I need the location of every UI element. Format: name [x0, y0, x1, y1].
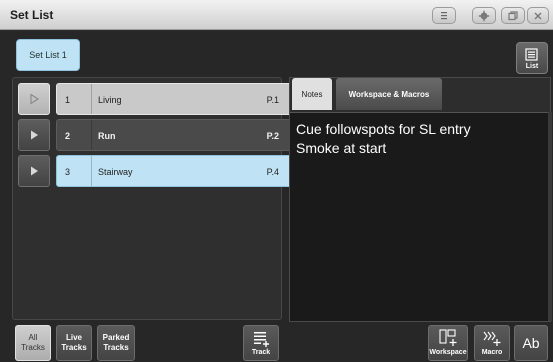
- window-close-button[interactable]: [527, 7, 549, 24]
- cue-play-button[interactable]: [18, 155, 50, 187]
- add-macro-button[interactable]: Macro: [474, 325, 510, 361]
- all-tracks-button[interactable]: All Tracks: [15, 325, 51, 361]
- menu-icon: [441, 11, 447, 19]
- cue-item[interactable]: 2 Run P.2: [56, 119, 292, 151]
- cue-item[interactable]: 1 Living P.1: [56, 83, 292, 115]
- workspace-add-icon: [439, 329, 457, 346]
- restore-icon: [508, 10, 518, 20]
- cue-name: Run: [98, 131, 116, 141]
- window-menu-button[interactable]: [432, 7, 456, 24]
- text-label-button[interactable]: Ab: [514, 325, 548, 361]
- notes-text-area[interactable]: Cue followspots for SL entry Smoke at st…: [290, 112, 548, 321]
- track-add-icon: [254, 332, 269, 347]
- cue-play-button[interactable]: [18, 119, 50, 151]
- cue-name: Stairway: [98, 167, 133, 177]
- cue-page: P.4: [266, 167, 279, 177]
- cue-play-button[interactable]: [18, 83, 50, 115]
- window-title: Set List: [10, 8, 54, 22]
- live-tracks-button[interactable]: Live Tracks: [56, 325, 92, 361]
- tab-workspace-macros[interactable]: Workspace & Macros: [336, 78, 442, 110]
- gear-icon: [478, 10, 490, 21]
- window-restore-button[interactable]: [501, 7, 525, 24]
- parked-tracks-label-line2: Tracks: [103, 343, 129, 352]
- list-icon: [525, 48, 538, 61]
- track-button-label: Track: [251, 349, 271, 356]
- parked-tracks-button[interactable]: Parked Tracks: [97, 325, 135, 361]
- all-tracks-label-line2: Tracks: [21, 343, 45, 352]
- cue-item[interactable]: 3 Stairway P.4: [56, 155, 292, 187]
- cue-number: 1: [65, 95, 71, 105]
- play-icon: [31, 130, 38, 140]
- list-button-label: List: [525, 63, 539, 70]
- close-icon: [534, 12, 542, 19]
- notes-scrollbar[interactable]: [548, 112, 552, 321]
- cue-separator: [91, 120, 92, 150]
- text-icon: Ab: [522, 335, 540, 351]
- cue-page: P.1: [266, 95, 279, 105]
- track-button[interactable]: Track: [243, 325, 279, 361]
- cue-number: 3: [65, 167, 71, 177]
- notes-line: Smoke at start: [296, 140, 387, 156]
- notes-line: Cue followspots for SL entry: [296, 121, 471, 137]
- all-tracks-label-line1: All: [28, 333, 38, 342]
- cue-page: P.2: [266, 131, 279, 141]
- window-settings-button[interactable]: [472, 7, 496, 24]
- list-button[interactable]: List: [516, 42, 548, 74]
- cue-name: Living: [98, 95, 122, 105]
- setlist-tab[interactable]: Set List 1: [16, 39, 80, 71]
- parked-tracks-label-line1: Parked: [102, 333, 130, 342]
- tab-notes-label: Notes: [301, 89, 323, 99]
- macro-add-icon: [483, 331, 501, 346]
- add-workspace-button[interactable]: Workspace: [428, 325, 468, 361]
- cue-separator: [91, 156, 92, 186]
- cue-number: 2: [65, 131, 71, 141]
- title-bar: Set List: [0, 0, 553, 30]
- tab-notes[interactable]: Notes: [292, 78, 332, 110]
- play-icon: [30, 93, 40, 105]
- tab-workspace-macros-label: Workspace & Macros: [348, 89, 430, 99]
- setlist-tab-label: Set List 1: [29, 50, 67, 60]
- live-tracks-label-line2: Tracks: [61, 343, 87, 352]
- live-tracks-label-line1: Live: [65, 333, 82, 342]
- play-icon: [31, 166, 38, 176]
- macro-button-label: Macro: [481, 349, 503, 356]
- cue-separator: [91, 84, 92, 114]
- workspace-button-label: Workspace: [429, 349, 467, 356]
